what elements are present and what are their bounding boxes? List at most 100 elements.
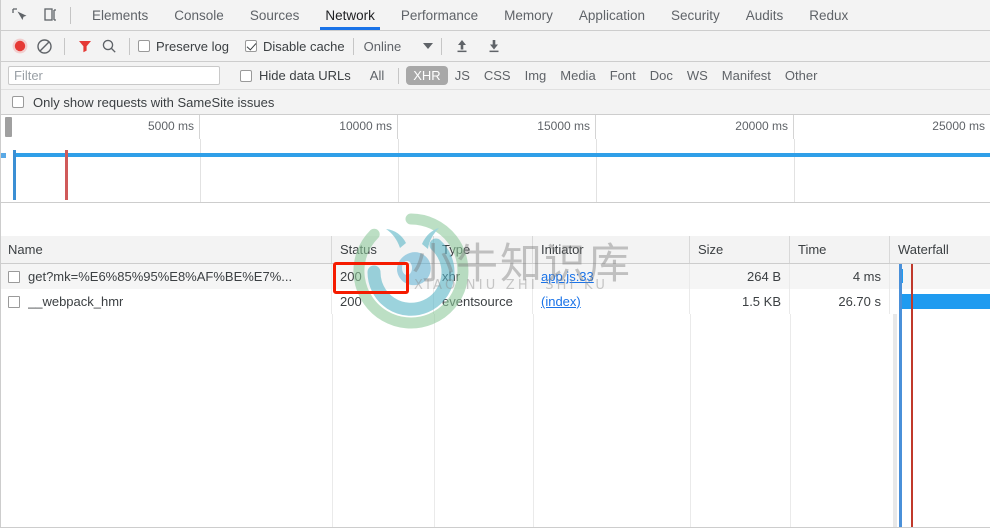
export-har-icon[interactable] [482, 34, 506, 58]
hide-data-urls-label: Hide data URLs [259, 68, 351, 83]
column-header-time-label: Time [798, 242, 827, 257]
overview-tick-5000: 5000 ms [0, 115, 200, 139]
empty-table-grid [0, 314, 990, 528]
column-header-size[interactable]: Size [690, 236, 790, 263]
filter-input[interactable] [8, 66, 220, 85]
resource-type-filters: All XHR JS CSS Img Media Font Doc WS Man… [363, 66, 825, 85]
tabbar-divider [70, 6, 71, 24]
throttling-dropdown[interactable]: Online [362, 39, 434, 54]
clear-button[interactable] [32, 34, 56, 58]
request-type: eventsource [442, 294, 513, 309]
requests-table-container: Name Status Type Initiator Size Time Wat… [0, 236, 990, 528]
tab-memory-label: Memory [504, 7, 553, 23]
type-filter-doc[interactable]: Doc [643, 66, 680, 85]
controls-divider-2 [129, 37, 130, 55]
overview-grid-4 [596, 139, 795, 202]
network-overview[interactable]: 5000 ms 10000 ms 15000 ms 20000 ms 25000… [0, 115, 990, 203]
tab-audits[interactable]: Audits [733, 0, 797, 30]
waterfall-bar [899, 294, 990, 309]
samesite-filter-row: Only show requests with SameSite issues [0, 90, 990, 115]
column-header-name[interactable]: Name [0, 236, 332, 263]
overview-domcontentloaded-marker [13, 150, 16, 200]
disable-cache-box [244, 40, 257, 52]
overview-tick-15000-label: 15000 ms [537, 119, 590, 133]
type-filter-xhr[interactable]: XHR [406, 66, 448, 85]
overview-grid-3 [398, 139, 597, 202]
column-header-type[interactable]: Type [434, 236, 533, 263]
overview-tick-10000-label: 10000 ms [339, 119, 392, 133]
type-filter-all[interactable]: All [363, 66, 391, 85]
column-header-size-label: Size [698, 242, 724, 257]
tab-sources-label: Sources [249, 7, 300, 23]
cell-type: eventsource [434, 289, 533, 314]
disable-cache-label: Disable cache [262, 38, 345, 54]
tab-console[interactable]: Console [161, 0, 237, 30]
overview-tick-20000: 20000 ms [596, 115, 794, 139]
type-filter-font[interactable]: Font [603, 66, 643, 85]
table-row[interactable]: get?mk=%E6%85%95%E8%AF%BE%E7%... 200 xhr… [0, 264, 990, 289]
tab-audits-label: Audits [745, 7, 784, 23]
inspect-element-icon[interactable] [10, 6, 28, 24]
request-status: 200 [340, 294, 362, 309]
cell-time: 4 ms [790, 264, 890, 289]
tab-redux[interactable]: Redux [796, 0, 861, 30]
type-filter-img[interactable]: Img [518, 66, 554, 85]
column-header-time[interactable]: Time [790, 236, 890, 263]
record-button[interactable] [8, 34, 32, 58]
tab-elements[interactable]: Elements [79, 0, 161, 30]
cell-initiator: app.js:33 [533, 264, 690, 289]
row-checkbox[interactable] [8, 270, 20, 283]
network-controls-toolbar: Preserve log Disable cache Online [0, 31, 990, 62]
type-filter-manifest[interactable]: Manifest [715, 66, 778, 85]
tab-elements-label: Elements [92, 7, 149, 23]
request-initiator-link[interactable]: (index) [541, 294, 581, 309]
requests-table: Name Status Type Initiator Size Time Wat… [0, 236, 990, 528]
tab-performance[interactable]: Performance [388, 0, 491, 30]
type-filter-js[interactable]: JS [448, 66, 477, 85]
preserve-log-checkbox[interactable]: Preserve log [138, 39, 229, 54]
tab-sources[interactable]: Sources [237, 0, 313, 30]
import-har-icon[interactable] [450, 34, 474, 58]
samesite-checkbox[interactable] [12, 96, 24, 108]
filter-funnel-icon[interactable] [73, 34, 97, 58]
tab-security[interactable]: Security [658, 0, 733, 30]
hide-data-urls-checkbox[interactable]: Hide data URLs [240, 68, 351, 83]
overview-grid-2 [200, 139, 399, 202]
grid-line-initiator [533, 314, 534, 528]
tab-application[interactable]: Application [566, 0, 658, 30]
type-filter-css[interactable]: CSS [477, 66, 518, 85]
request-initiator-link[interactable]: app.js:33 [541, 269, 594, 284]
tab-security-label: Security [670, 7, 720, 23]
cell-status: 200 [332, 264, 434, 289]
request-name: __webpack_hmr [28, 294, 124, 309]
throttling-value: Online [363, 38, 402, 54]
table-row[interactable]: __webpack_hmr 200 eventsource (index) 1.… [0, 289, 990, 314]
column-header-initiator-label: Initiator [541, 242, 584, 257]
samesite-label: Only show requests with SameSite issues [33, 94, 275, 110]
device-toolbar-icon[interactable] [42, 6, 60, 24]
disable-cache-checkbox[interactable]: Disable cache [244, 38, 345, 54]
type-filter-media[interactable]: Media [553, 66, 602, 85]
tab-console-label: Console [174, 7, 224, 23]
table-header-row: Name Status Type Initiator Size Time Wat… [0, 236, 990, 264]
type-filter-ws[interactable]: WS [680, 66, 715, 85]
panel-left-border [0, 0, 1, 528]
row-checkbox[interactable] [8, 295, 20, 308]
waterfall-load-guide [911, 314, 913, 528]
column-header-waterfall-label: Waterfall [898, 242, 949, 257]
type-filter-other[interactable]: Other [778, 66, 825, 85]
column-header-name-label: Name [8, 242, 43, 257]
search-icon[interactable] [97, 34, 121, 58]
type-filter-divider [398, 67, 400, 84]
tab-network[interactable]: Network [312, 0, 388, 30]
tab-performance-label: Performance [400, 7, 479, 23]
request-status: 200 [340, 269, 362, 284]
column-header-status[interactable]: Status [332, 236, 434, 263]
column-header-initiator[interactable]: Initiator [533, 236, 690, 263]
overview-tick-5000-label: 5000 ms [147, 119, 194, 133]
tab-memory[interactable]: Memory [491, 0, 566, 30]
column-header-waterfall[interactable]: Waterfall [890, 236, 990, 263]
column-header-status-label: Status [340, 242, 377, 257]
devtools-tabbar: Elements Console Sources Network Perform… [0, 0, 990, 31]
grid-line-type [434, 314, 435, 528]
